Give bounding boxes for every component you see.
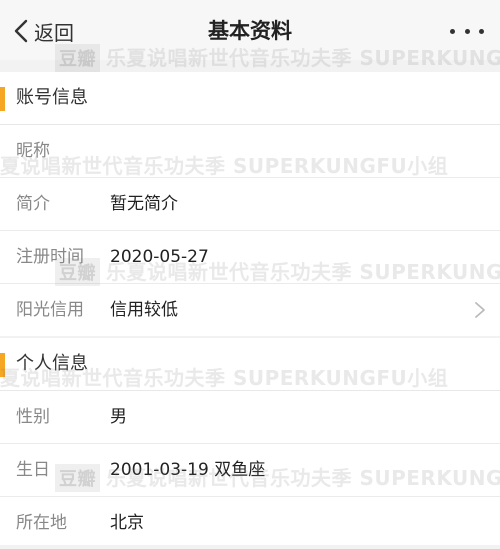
section-title: 账号信息 [16,87,88,108]
more-dots-icon[interactable] [450,21,484,41]
chevron-right-icon [475,302,485,318]
personal-info-section: 个人信息 性别 男 生日 2001-03-19 双鱼座 所在地 北京 [0,338,500,545]
section-header: 账号信息 [0,72,500,125]
section-header: 个人信息 [0,338,500,391]
row-label: 生日 [16,460,50,480]
row-label: 性别 [16,407,50,427]
row-birthday[interactable]: 生日 2001-03-19 双鱼座 [0,444,500,497]
row-value: 2001-03-19 双鱼座 [110,460,266,480]
row-label: 所在地 [16,513,67,533]
row-value: 信用较低 [110,300,178,320]
row-sunshine-credit[interactable]: 阳光信用 信用较低 [0,284,500,336]
section-accent-bar [0,353,5,377]
row-bio[interactable]: 简介 暂无简介 [0,178,500,231]
account-info-section: 账号信息 昵称 简介 暂无简介 注册时间 2020-05-27 阳光信用 信用较… [0,72,500,336]
page-title: 基本资料 [208,19,292,43]
row-value: 北京 [110,513,144,533]
row-nickname[interactable]: 昵称 [0,125,500,178]
row-location[interactable]: 所在地 北京 [0,497,500,549]
row-label: 注册时间 [16,247,84,267]
row-gender[interactable]: 性别 男 [0,391,500,444]
row-value: 男 [110,407,127,427]
row-value: 2020-05-27 [110,247,209,267]
row-label: 简介 [16,194,50,214]
row-register-time: 注册时间 2020-05-27 [0,231,500,284]
row-label: 昵称 [16,141,50,161]
section-title: 个人信息 [16,353,88,374]
row-value: 暂无简介 [110,194,178,214]
row-label: 阳光信用 [16,300,84,320]
section-accent-bar [0,87,5,111]
top-nav-bar: 返回 基本资料 [0,0,500,60]
